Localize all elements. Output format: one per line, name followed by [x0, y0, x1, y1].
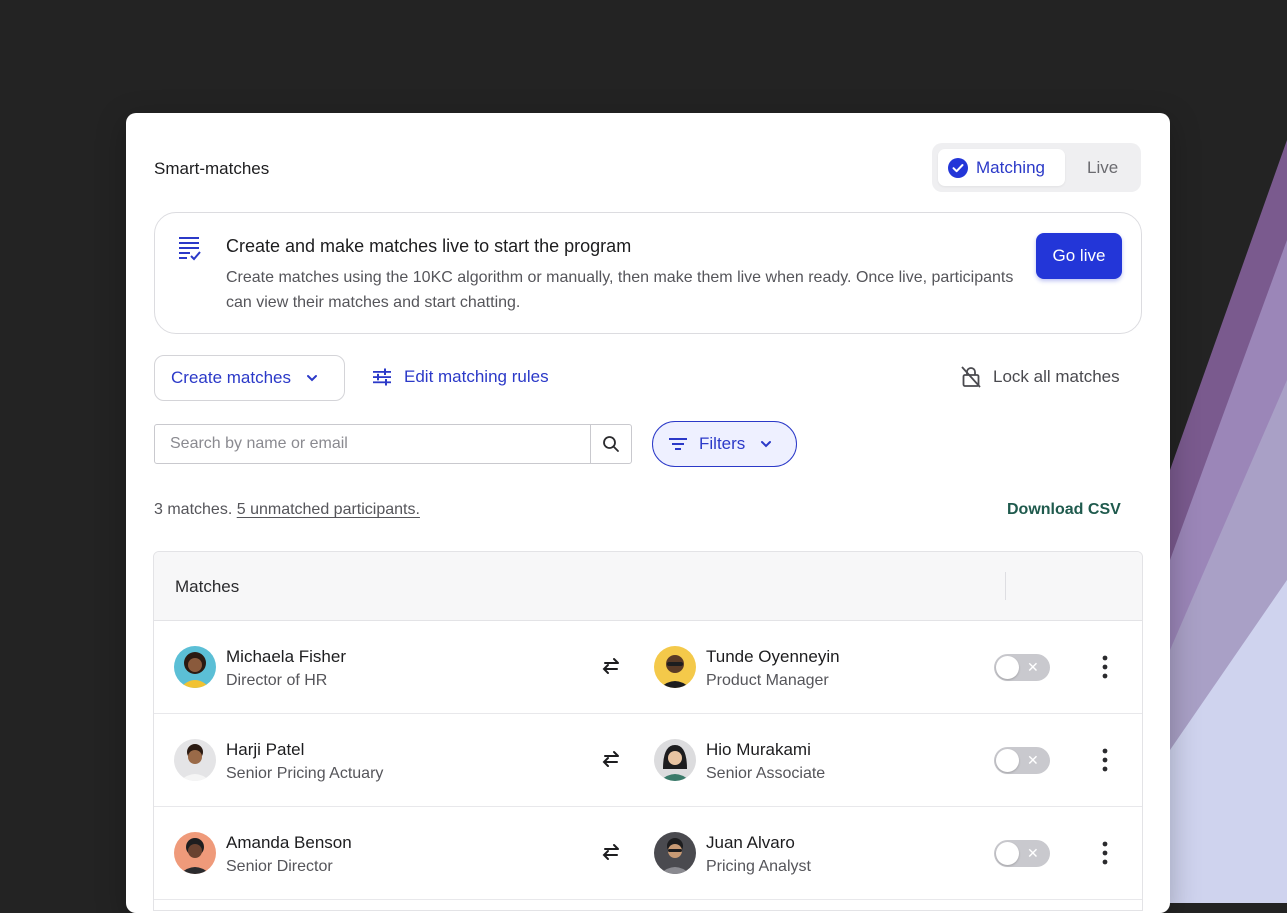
search-button[interactable] [590, 425, 631, 463]
participant-name: Michaela Fisher [226, 647, 346, 666]
go-live-button[interactable]: Go live [1036, 233, 1122, 279]
table-row: Michaela Fisher Director of HR Tunde Oye… [154, 621, 1142, 714]
filters-label: Filters [699, 434, 746, 453]
unmatched-participants-link[interactable]: 5 unmatched participants. [237, 501, 420, 518]
make-live-toggle[interactable]: ✕ [994, 654, 1050, 681]
matches-table: Matches Michaela Fisher Director of HR T… [153, 551, 1143, 911]
lock-all-matches-button[interactable]: Lock all matches [961, 366, 1120, 388]
participant-role: Pricing Analyst [706, 858, 811, 875]
more-vertical-icon[interactable] [1098, 654, 1112, 680]
close-icon: ✕ [1027, 845, 1039, 861]
close-icon: ✕ [1027, 659, 1039, 675]
participant-name: Amanda Benson [226, 833, 352, 852]
toggle-knob [996, 656, 1019, 679]
toggle-knob [996, 842, 1019, 865]
toggle-knob [996, 749, 1019, 772]
edit-matching-rules-link[interactable]: Edit matching rules [372, 367, 549, 387]
participant-role: Senior Director [226, 858, 333, 875]
participant-name: Juan Alvaro [706, 833, 795, 852]
edit-matching-rules-label: Edit matching rules [404, 367, 549, 386]
tab-matching[interactable]: Matching [938, 149, 1065, 186]
match-count: 3 matches. [154, 501, 233, 518]
create-matches-dropdown[interactable]: Create matches [154, 355, 345, 401]
avatar [654, 739, 696, 781]
check-circle-icon [948, 157, 968, 178]
column-divider [1005, 572, 1006, 600]
checklist-icon [179, 237, 201, 261]
search-input[interactable] [155, 425, 590, 463]
participant-role: Senior Pricing Actuary [226, 765, 384, 782]
participant-name: Tunde Oyenneyin [706, 647, 840, 666]
make-live-toggle[interactable]: ✕ [994, 840, 1050, 867]
info-banner: Create and make matches live to start th… [154, 212, 1142, 334]
avatar [174, 646, 216, 688]
chevron-down-icon [761, 441, 772, 448]
avatar [174, 832, 216, 874]
banner-description: Create matches using the 10KC algorithm … [226, 269, 1014, 311]
swap-arrows-icon[interactable] [601, 750, 621, 768]
table-row: Amanda Benson Senior Director Juan Alvar… [154, 807, 1142, 900]
download-csv-link[interactable]: Download CSV [1007, 501, 1121, 519]
avatar [654, 832, 696, 874]
make-live-toggle[interactable]: ✕ [994, 747, 1050, 774]
table-header: Matches [154, 552, 1142, 621]
chevron-down-icon [307, 375, 317, 382]
tab-matching-label: Matching [976, 157, 1045, 177]
match-summary: 3 matches. 5 unmatched participants. [154, 501, 420, 519]
mode-segmented-control: Matching Live [932, 143, 1141, 192]
swap-arrows-icon[interactable] [601, 843, 621, 861]
lock-off-icon [961, 366, 981, 388]
matches-column-header: Matches [175, 577, 240, 596]
lock-all-matches-label: Lock all matches [993, 367, 1120, 386]
smart-matches-card: Smart-matches Matching Live Create and m… [126, 113, 1170, 913]
participant-role: Senior Associate [706, 765, 826, 782]
avatar [174, 739, 216, 781]
tab-live[interactable]: Live [1087, 158, 1118, 178]
table-row: Harji Patel Senior Pricing Actuary Hio M… [154, 714, 1142, 807]
search-box [154, 424, 632, 464]
avatar [654, 646, 696, 688]
swap-arrows-icon[interactable] [601, 657, 621, 675]
participant-name: Hio Murakami [706, 740, 811, 759]
close-icon: ✕ [1027, 752, 1039, 768]
participant-role: Product Manager [706, 672, 829, 689]
more-vertical-icon[interactable] [1098, 840, 1112, 866]
sliders-icon [373, 368, 391, 386]
participant-name: Harji Patel [226, 740, 305, 759]
banner-title: Create and make matches live to start th… [226, 236, 632, 256]
search-icon [603, 436, 619, 452]
create-matches-label: Create matches [171, 368, 291, 387]
page-title: Smart-matches [154, 159, 270, 178]
more-vertical-icon[interactable] [1098, 747, 1112, 773]
participant-role: Director of HR [226, 672, 328, 689]
filter-icon [669, 438, 687, 450]
filters-button[interactable]: Filters [652, 421, 797, 467]
